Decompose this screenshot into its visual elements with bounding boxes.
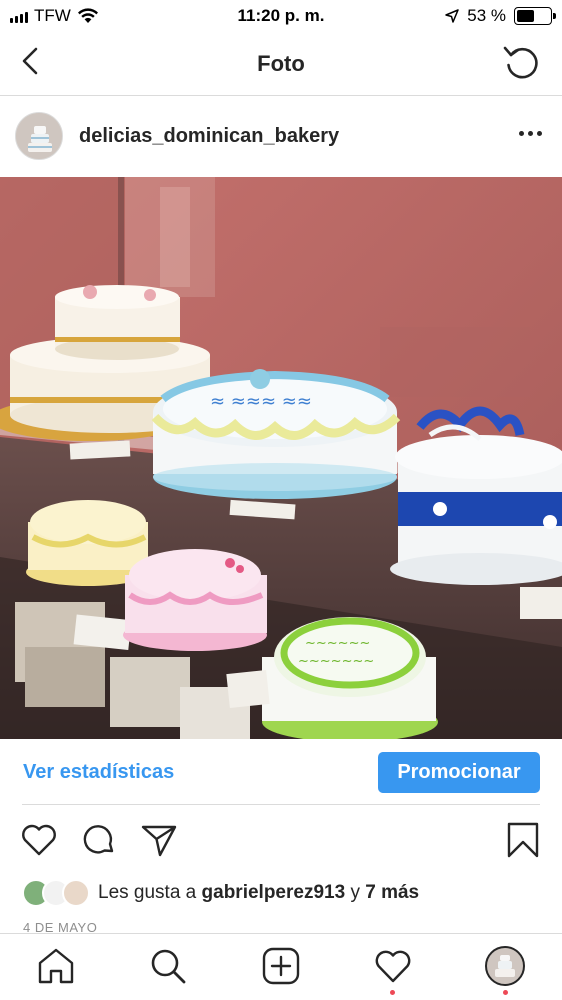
refresh-icon[interactable] [502,43,542,83]
profile-avatar[interactable] [485,946,525,986]
home-icon[interactable] [36,946,76,986]
liker-avatars [22,879,92,907]
likes-prefix: Les gusta a [98,882,197,903]
more-horizontal-icon[interactable] [519,131,542,136]
status-bar-right: 53 % [445,6,556,26]
battery-icon [514,7,556,25]
search-icon[interactable] [148,946,188,986]
comment-icon[interactable] [79,820,119,860]
send-icon[interactable] [139,820,179,860]
profile-notification-dot [503,990,508,995]
activity-heart-icon[interactable] [373,946,413,986]
avatar [62,879,90,907]
activity-notification-dot [390,990,395,995]
tab-bar [0,933,562,1000]
avatar[interactable] [15,112,63,160]
battery-percent: 53 % [467,6,506,25]
battery-level [517,10,534,22]
divider [22,804,540,805]
page-title: Foto [257,51,305,76]
likes-others[interactable]: 7 más [365,882,419,904]
cake-avatar-image [16,113,62,159]
location-arrow-icon [445,9,459,23]
post-image[interactable]: ≈ ≈≈≈ ≈≈ ~~~~~~ ~~~~~~~ [0,177,562,739]
post-header: delicias_dominican_bakery [0,97,562,177]
profile-avatar-image [495,955,515,977]
likes-conjunction: y [350,882,360,903]
svg-text:≈ ≈≈≈ ≈≈: ≈ ≈≈≈ ≈≈ [210,391,312,412]
promote-button[interactable]: Promocionar [378,752,540,793]
liked-by-username[interactable]: gabrielperez913 [202,882,346,904]
likes-summary[interactable]: Les gusta a gabrielperez913 y 7 más [22,878,419,908]
heart-icon[interactable] [19,820,59,860]
plus-square-icon[interactable] [261,946,301,986]
svg-text:~~~~~~: ~~~~~~ [305,636,370,651]
nav-bar: Foto [0,34,562,96]
post-username[interactable]: delicias_dominican_bakery [79,125,339,148]
bookmark-icon[interactable] [503,820,543,860]
view-insights-link[interactable]: Ver estadísticas [23,761,174,784]
status-bar: TFW 11:20 p. m. 53 % [0,0,562,34]
svg-text:~~~~~~~: ~~~~~~~ [298,654,374,669]
cake-display-photo: ≈ ≈≈≈ ≈≈ ~~~~~~ ~~~~~~~ [0,177,562,739]
